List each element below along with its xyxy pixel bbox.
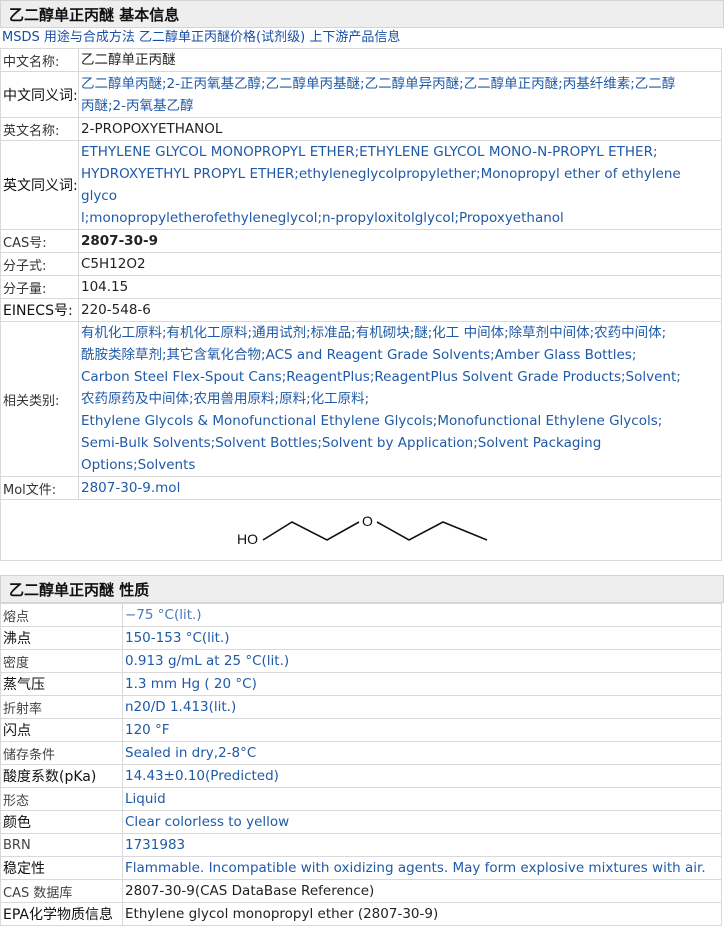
structure-o-label: O xyxy=(362,513,373,529)
cn-name-value: 乙二醇单正丙醚 xyxy=(78,48,722,72)
mol-file-link[interactable]: 2807-30-9.mol xyxy=(78,476,722,500)
usage-link[interactable]: 用途与合成方法 xyxy=(44,30,135,45)
property-value: 1.3 mm Hg ( 20 °C) xyxy=(122,672,722,696)
property-label: 蒸气压 xyxy=(0,672,123,696)
cn-name-label: 中文名称: xyxy=(0,48,79,72)
property-label: 密度 xyxy=(0,649,123,673)
property-row: CAS 数据库 2807-30-9(CAS DataBase Reference) xyxy=(0,879,722,903)
basic-info-header: 乙二醇单正丙醚 基本信息 xyxy=(0,0,724,28)
property-row: EPA化学物质信息 Ethylene glycol monopropyl ethe… xyxy=(0,902,722,926)
formula-label: 分子式: xyxy=(0,252,79,276)
property-label: EPA化学物质信息 xyxy=(0,902,123,926)
property-label: BRN xyxy=(0,833,123,857)
formula-value: C5H12O2 xyxy=(78,252,722,276)
property-value: 1731983 xyxy=(122,833,722,857)
en-synonyms-line-2: HYDROXYETHYL PROPYL ETHER;ethyleneglycol… xyxy=(81,166,681,204)
cas-label: CAS号: xyxy=(0,229,79,253)
property-value: 14.43±0.10(Predicted) xyxy=(122,764,722,788)
property-label: 储存条件 xyxy=(0,741,123,765)
property-value[interactable]: Ethylene glycol monopropyl ether (2807-3… xyxy=(122,902,722,926)
property-value: Sealed in dry,2-8°C xyxy=(122,741,722,765)
property-label: 闪点 xyxy=(0,718,123,742)
en-synonyms-line-1: ETHYLENE GLYCOL MONOPROPYL ETHER;ETHYLEN… xyxy=(81,144,658,160)
property-value: 120 °F xyxy=(122,718,722,742)
property-row: BRN 1731983 xyxy=(0,833,722,857)
msds-link[interactable]: MSDS xyxy=(2,30,40,45)
property-value: −75 °C(lit.) xyxy=(122,603,722,627)
upstream-downstream-link[interactable]: 上下游产品信息 xyxy=(309,30,400,45)
property-row: 沸点 150-153 °C(lit.) xyxy=(0,626,722,650)
property-row: 酸度系数(pKa) 14.43±0.10(Predicted) xyxy=(0,764,722,788)
property-value: 0.913 g/mL at 25 °C(lit.) xyxy=(122,649,722,673)
property-row: 折射率 n20/D 1.413(lit.) xyxy=(0,695,722,719)
property-row: 闪点 120 °F xyxy=(0,718,722,742)
category-line-4[interactable]: 农药原药及中间体;农用兽用原料;原料;化工原料; xyxy=(81,388,719,410)
category-label: 相关类别: xyxy=(0,321,79,477)
structure-ho-label: HO xyxy=(237,531,258,547)
property-row: 形态 Liquid xyxy=(0,787,722,811)
structure-diagram: HO O xyxy=(237,513,488,547)
property-label: 形态 xyxy=(0,787,123,811)
structure-cell: HO O xyxy=(0,499,722,561)
property-row: 稳定性 Flammable. Incompatible with oxidizin… xyxy=(0,856,722,880)
properties-table: 熔点 −75 °C(lit.) 沸点 150-153 °C(lit.) 密度 0.913 … xyxy=(0,603,722,926)
cn-synonyms-value: 乙二醇单丙醚;2-正丙氧基乙醇;乙二醇单丙基醚;乙二醇单异丙醚;乙二醇单正丙醚;… xyxy=(78,71,722,118)
property-label: 沸点 xyxy=(0,626,123,650)
property-label: 熔点 xyxy=(0,603,123,627)
en-synonyms-value: ETHYLENE GLYCOL MONOPROPYL ETHER;ETHYLEN… xyxy=(78,140,722,230)
category-line-3[interactable]: Carbon Steel Flex-Spout Cans;ReagentPlus… xyxy=(81,366,719,388)
cas-value: 2807-30-9 xyxy=(78,229,722,253)
quick-links: MSDS 用途与合成方法 乙二醇单正丙醚价格(试剂级) 上下游产品信息 xyxy=(0,28,724,48)
property-label: 酸度系数(pKa) xyxy=(0,764,123,788)
einecs-value: 220-548-6 xyxy=(78,298,722,322)
basic-info-table: 中文名称: 乙二醇单正丙醚 中文同义词: 乙二醇单丙醚;2-正丙氧基乙醇;乙二醇… xyxy=(0,48,722,561)
property-value: Clear colorless to yellow xyxy=(122,810,722,834)
en-name-value: 2-PROPOXYETHANOL xyxy=(78,117,722,141)
property-row: 颜色 Clear colorless to yellow xyxy=(0,810,722,834)
price-link[interactable]: 乙二醇单正丙醚价格(试剂级) xyxy=(139,30,305,45)
category-line-6[interactable]: Semi-Bulk Solvents;Solvent Bottles;Solve… xyxy=(81,432,719,476)
cn-synonyms-line-2: 丙醚;2-丙氧基乙醇 xyxy=(81,97,194,114)
mol-file-label: Mol文件: xyxy=(0,476,79,500)
property-row: 储存条件 Sealed in dry,2-8°C xyxy=(0,741,722,765)
en-synonyms-line-3: l;monopropyletherofethyleneglycol;n-prop… xyxy=(81,210,564,226)
en-synonyms-label: 英文同义词: xyxy=(0,140,79,230)
category-line-2[interactable]: 酰胺类除草剂;其它含氧化合物;ACS and Reagent Grade Sol… xyxy=(81,344,719,366)
properties-header: 乙二醇单正丙醚 性质 xyxy=(0,575,724,603)
property-row: 熔点 −75 °C(lit.) xyxy=(0,603,722,627)
property-label: 稳定性 xyxy=(0,856,123,880)
category-value: 有机化工原料;有机化工原料;通用试剂;标准品;有机砌块;醚;化工 中间体;除草剂… xyxy=(78,321,722,477)
property-value[interactable]: 2807-30-9(CAS DataBase Reference) xyxy=(122,879,722,903)
cn-synonyms-line-1: 乙二醇单丙醚;2-正丙氧基乙醇;乙二醇单丙基醚;乙二醇单异丙醚;乙二醇单正丙醚;… xyxy=(81,75,676,92)
category-line-1[interactable]: 有机化工原料;有机化工原料;通用试剂;标准品;有机砌块;醚;化工 中间体;除草剂… xyxy=(81,322,719,344)
property-row: 密度 0.913 g/mL at 25 °C(lit.) xyxy=(0,649,722,673)
property-value: Flammable. Incompatible with oxidizing a… xyxy=(122,856,722,880)
property-label: 折射率 xyxy=(0,695,123,719)
einecs-label: EINECS号: xyxy=(0,298,79,322)
property-value: n20/D 1.413(lit.) xyxy=(122,695,722,719)
property-label: CAS 数据库 xyxy=(0,879,123,903)
molecular-weight-value: 104.15 xyxy=(78,275,722,299)
property-label: 颜色 xyxy=(0,810,123,834)
category-line-5[interactable]: Ethylene Glycols & Monofunctional Ethyle… xyxy=(81,410,719,432)
property-value: Liquid xyxy=(122,787,722,811)
en-name-label: 英文名称: xyxy=(0,117,79,141)
molecular-weight-label: 分子量: xyxy=(0,275,79,299)
property-value: 150-153 °C(lit.) xyxy=(122,626,722,650)
cn-synonyms-label: 中文同义词: xyxy=(0,71,79,118)
property-row: 蒸气压 1.3 mm Hg ( 20 °C) xyxy=(0,672,722,696)
